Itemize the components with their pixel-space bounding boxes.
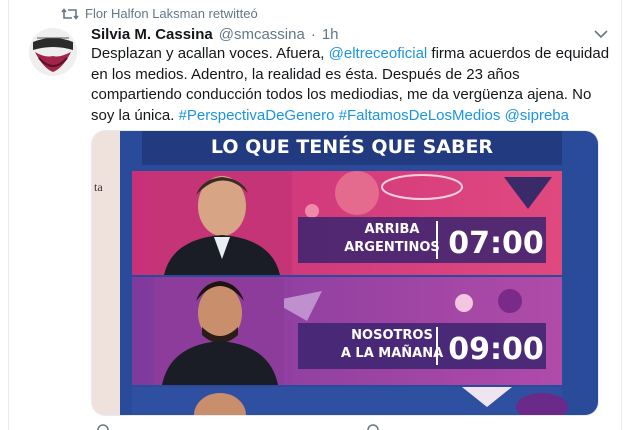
reply-icon[interactable] [97,422,115,430]
show1-time: 07:00 [448,226,544,261]
show1-line1: ARRIBA [365,222,420,237]
host-photo-2 [154,277,284,385]
avatar-image [29,28,77,76]
author-name[interactable]: Silvia M. Cassina [91,26,213,43]
header-separator: · [310,26,316,43]
tweet-text: Desplazan y acallan voces. Afuera, @eltr… [91,44,611,126]
retweet-icon [61,7,79,20]
tweet-actions [91,420,591,430]
show1-line2: ARGENTINOS [344,240,440,255]
retweet-context: Flor Halfon Laksman retwitteó [61,6,258,21]
avatar[interactable] [29,28,77,76]
host-photo-1 [152,171,292,275]
hashtag-link[interactable]: #FaltamosDeLosMedios [339,107,501,124]
show2-line1: NOSOTROS [351,328,433,343]
tweet-header: Silvia M. Cassina @smcassina · 1h [91,26,339,43]
like-icon[interactable] [367,422,385,430]
tweet-card[interactable]: Flor Halfon Laksman retwitteó Silvia M. … [8,0,622,430]
media-image: ta LO QUE TENÉS QUE SABER ARRIBA ARGENTI… [92,131,598,415]
tweet-media-photo[interactable]: ta LO QUE TENÉS QUE SABER ARRIBA ARGENTI… [91,130,599,416]
retweet-label[interactable]: Flor Halfon Laksman retwitteó [85,6,258,21]
mention-link[interactable]: @eltreceoficial [329,45,428,62]
tweet-timestamp[interactable]: 1h [322,26,339,43]
banner-title: LO QUE TENÉS QUE SABER [211,135,494,158]
mention-link[interactable]: @sipreba [505,107,569,124]
hashtag-link[interactable]: #PerspectivaDeGenero [179,107,335,124]
tweet-text-part: Desplazan y acallan voces. Afuera, [91,45,329,62]
author-handle[interactable]: @smcassina [219,26,305,43]
show2-time: 09:00 [448,332,544,367]
side-text: ta [94,180,103,194]
chevron-down-icon[interactable] [593,28,609,40]
show2-line2: A LA MAÑANA [341,345,443,361]
